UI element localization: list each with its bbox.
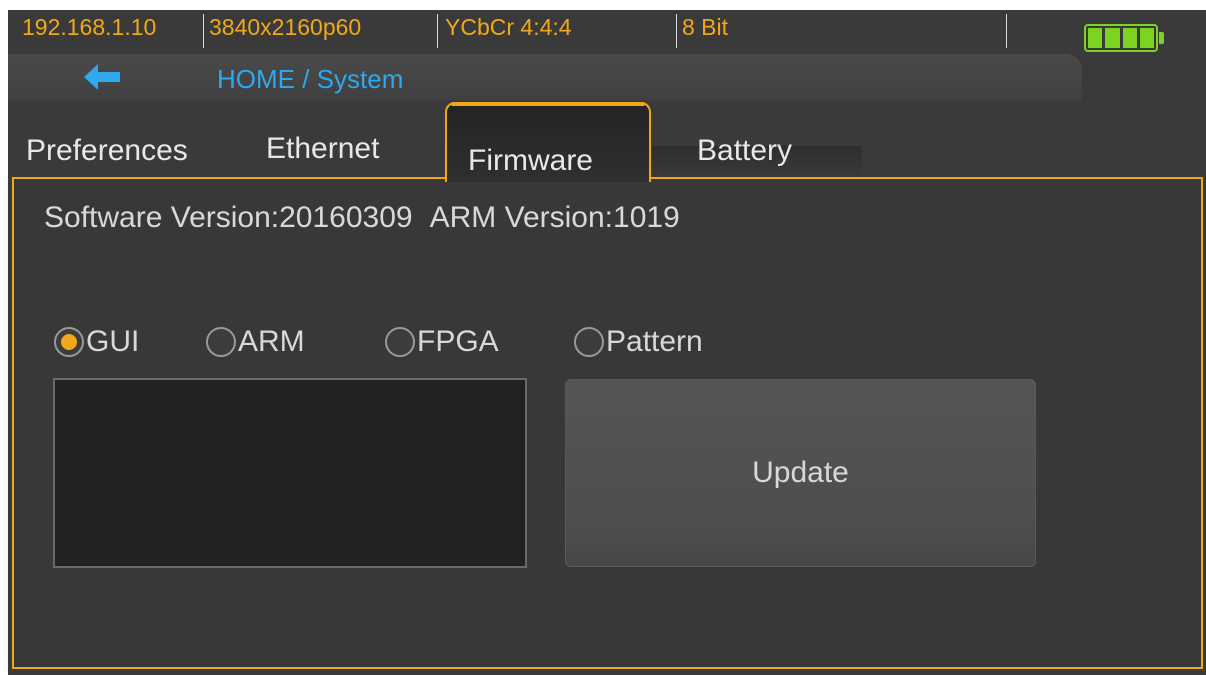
radio-button[interactable]	[574, 327, 604, 357]
battery-cell	[1105, 28, 1120, 48]
status-bar	[8, 10, 1206, 56]
battery-tip	[1159, 32, 1164, 44]
update-button[interactable]: Update	[565, 379, 1036, 567]
color-format-readout: YCbCr 4:4:4	[445, 14, 572, 40]
arrow-left-icon[interactable]	[84, 64, 120, 90]
ip-address: 192.168.1.10	[22, 14, 157, 40]
radio-label: Pattern	[606, 325, 703, 358]
resolution-readout: 3840x2160p60	[209, 14, 362, 40]
radio-label: ARM	[238, 325, 305, 358]
tab-battery[interactable]: Battery	[697, 133, 792, 169]
radio-gui[interactable]: GUI	[54, 322, 139, 362]
radio-button[interactable]	[385, 327, 415, 357]
radio-label: FPGA	[417, 325, 499, 358]
breadcrumb-bar	[8, 54, 1082, 100]
status-divider	[676, 14, 677, 48]
active-tab-indicator	[451, 102, 645, 106]
arm-version: ARM Version:1019	[429, 201, 680, 234]
radio-arm[interactable]: ARM	[206, 322, 305, 362]
radio-fpga[interactable]: FPGA	[385, 322, 499, 362]
battery-cell	[1122, 28, 1137, 48]
radio-pattern[interactable]: Pattern	[574, 322, 703, 362]
battery-cell	[1088, 28, 1103, 48]
battery-cell	[1139, 28, 1154, 48]
radio-label: GUI	[86, 325, 140, 358]
screen: 192.168.1.10 3840x2160p60 YCbCr 4:4:4 8 …	[0, 0, 1206, 675]
status-divider	[1006, 14, 1007, 48]
firmware-file-list[interactable]	[53, 378, 527, 568]
status-divider	[203, 14, 204, 48]
battery-full-icon	[1084, 24, 1158, 52]
tab-ethernet[interactable]: Ethernet	[266, 131, 379, 167]
tab-preferences[interactable]: Preferences	[26, 133, 188, 169]
radio-button-checked[interactable]	[54, 327, 84, 357]
breadcrumb: HOME / System	[217, 64, 404, 94]
status-divider	[437, 14, 438, 48]
radio-button[interactable]	[206, 327, 236, 357]
version-info: Software Version:20160309 ARM Version:101…	[44, 200, 680, 236]
tab-firmware-label: Firmware	[468, 144, 593, 177]
bit-depth-readout: 8 Bit	[682, 14, 729, 40]
update-button-label: Update	[752, 456, 849, 489]
software-version: Software Version:20160309	[44, 201, 413, 234]
